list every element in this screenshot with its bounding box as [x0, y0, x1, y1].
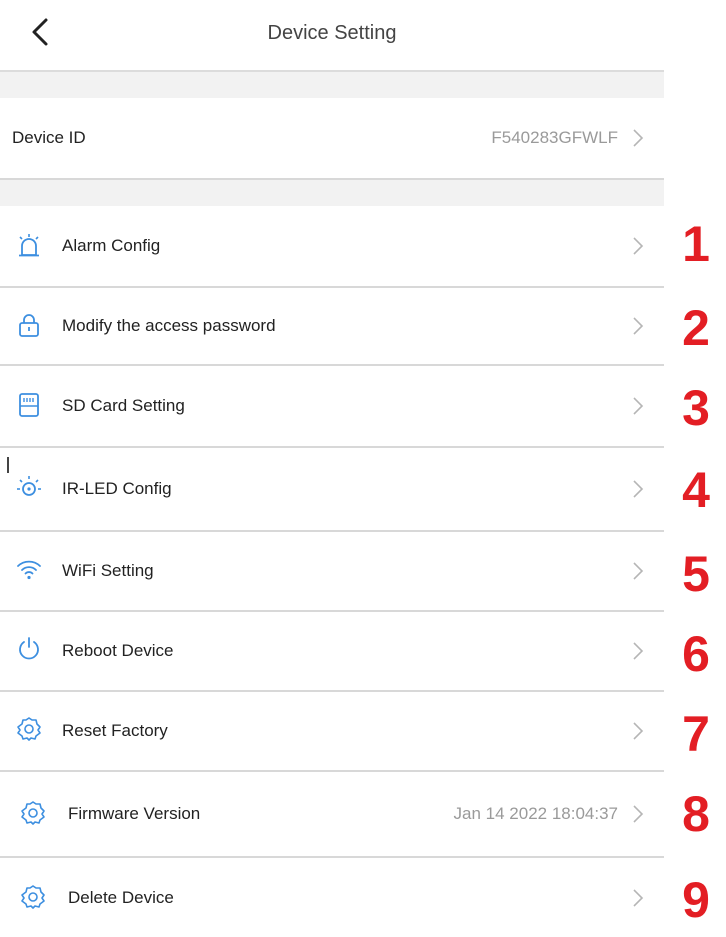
power-icon — [19, 637, 39, 660]
device-id-label: Device ID — [12, 128, 86, 147]
chevron-right-icon — [633, 562, 644, 580]
chevron-right-icon — [633, 237, 644, 255]
annotation-number-2: 2 — [682, 300, 710, 356]
chevron-right-icon — [633, 397, 644, 415]
annotation-number-3: 3 — [682, 380, 710, 436]
device-setting-screen: Device Setting Device ID F540283GFWLF Al… — [0, 0, 664, 937]
menu-item-delete-device[interactable]: Delete Device — [0, 858, 664, 937]
annotation-number-8: 8 — [682, 786, 710, 842]
menu-item-label: Delete Device — [68, 888, 174, 907]
header-bar: Device Setting — [0, 0, 664, 72]
menu-item-label: Reboot Device — [62, 641, 174, 660]
lock-icon — [19, 314, 39, 337]
menu-item-firmware-version[interactable]: Firmware Version Jan 14 2022 18:04:37 — [0, 772, 664, 858]
device-id-value: F540283GFWLF — [491, 128, 618, 147]
chevron-right-icon — [633, 805, 644, 823]
gear-icon — [21, 885, 45, 909]
chevron-right-icon — [633, 480, 644, 498]
alarm-icon — [19, 234, 39, 257]
annotation-number-6: 6 — [682, 626, 710, 682]
device-id-row[interactable]: Device ID F540283GFWLF — [0, 98, 664, 180]
wifi-icon — [17, 560, 41, 580]
annotation-number-9: 9 — [682, 872, 710, 928]
menu-item-label: SD Card Setting — [62, 396, 185, 415]
chevron-right-icon — [633, 889, 644, 907]
chevron-right-icon — [633, 129, 644, 147]
menu-item-alarm-config[interactable]: Alarm Config — [0, 206, 664, 288]
menu-item-wifi[interactable]: WiFi Setting — [0, 532, 664, 612]
gear-icon — [21, 801, 45, 825]
chevron-right-icon — [633, 722, 644, 740]
gear-icon — [17, 717, 41, 741]
menu-item-ir-led[interactable]: IR-LED Config — [0, 448, 664, 532]
menu-item-sd-card[interactable]: SD Card Setting — [0, 366, 664, 448]
annotation-number-5: 5 — [682, 546, 710, 602]
section-divider — [0, 180, 664, 206]
section-divider — [0, 72, 664, 98]
annotation-number-4: 4 — [682, 462, 710, 518]
sd-card-icon — [19, 393, 39, 417]
menu-item-label: Reset Factory — [62, 721, 168, 740]
annotation-number-7: 7 — [682, 706, 710, 762]
firmware-version-value: Jan 14 2022 18:04:37 — [453, 804, 618, 823]
menu-item-label: IR-LED Config — [62, 479, 172, 498]
ir-led-icon — [17, 476, 41, 496]
menu-item-label: WiFi Setting — [62, 561, 154, 580]
menu-item-label: Alarm Config — [62, 236, 161, 255]
menu-item-label: Firmware Version — [68, 804, 201, 823]
edge-mark — [7, 457, 9, 473]
menu-item-modify-password[interactable]: Modify the access password — [0, 288, 664, 366]
menu-item-reboot[interactable]: Reboot Device — [0, 612, 664, 692]
chevron-right-icon — [633, 642, 644, 660]
annotation-number-1: 1 — [682, 216, 710, 272]
menu-item-label: Modify the access password — [62, 316, 276, 335]
chevron-right-icon — [633, 317, 644, 335]
menu-item-reset-factory[interactable]: Reset Factory — [0, 692, 664, 772]
page-title: Device Setting — [267, 22, 397, 44]
